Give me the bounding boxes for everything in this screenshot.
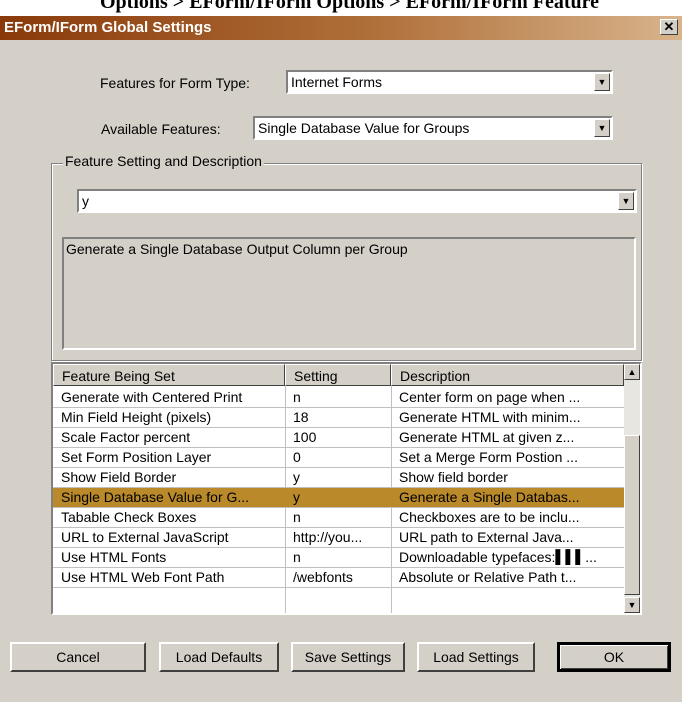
description-cell: Generate a Single Databas... (399, 489, 580, 505)
window-title: EForm/IForm Global Settings (4, 19, 212, 36)
save-settings-button[interactable]: Save Settings (291, 642, 405, 672)
table-row[interactable]: Show Field Border y Show field border (53, 468, 624, 488)
setting-cell: y (293, 469, 300, 485)
feature-description-box: Generate a Single Database Output Column… (62, 237, 636, 350)
table-row-selected[interactable]: Single Database Value for G... y Generat… (53, 488, 624, 508)
feature-cell: Scale Factor percent (61, 429, 191, 445)
load-settings-button[interactable]: Load Settings (417, 642, 535, 672)
background-document-heading: Options > EForm/IForm Options > EForm/IF… (0, 0, 682, 16)
vertical-scrollbar[interactable]: ▲ ▼ (624, 364, 640, 613)
table-row[interactable]: Min Field Height (pixels) 18 Generate HT… (53, 408, 624, 428)
chevron-down-icon[interactable]: ▼ (594, 119, 610, 137)
background-heading-text: Options > EForm/IForm Options > EForm/IF… (100, 0, 600, 13)
setting-cell: n (293, 509, 301, 525)
ok-button[interactable]: OK (557, 642, 671, 672)
form-type-label: Features for Form Type: (100, 75, 250, 91)
load-defaults-button[interactable]: Load Defaults (159, 642, 279, 672)
column-header-feature[interactable]: Feature Being Set (53, 364, 285, 386)
column-header-description[interactable]: Description (391, 364, 624, 386)
table-row[interactable]: Use HTML Web Font Path /webfonts Absolut… (53, 568, 624, 588)
description-cell: Set a Merge Form Postion ... (399, 449, 578, 465)
feature-cell: Single Database Value for G... (61, 489, 250, 505)
chevron-down-icon[interactable]: ▼ (618, 192, 634, 210)
description-cell: Generate HTML with minim... (399, 409, 581, 425)
description-cell: Absolute or Relative Path t... (399, 569, 577, 585)
setting-cell: http://you... (293, 529, 363, 545)
features-table[interactable]: Feature Being Set Setting Description Ge… (51, 362, 642, 615)
form-type-select[interactable]: Internet Forms ▼ (286, 70, 613, 94)
scrollbar-thumb[interactable] (624, 435, 640, 595)
description-cell: URL path to External Java... (399, 529, 574, 545)
table-row[interactable]: Use HTML Fonts n Downloadable typefaces:… (53, 548, 624, 568)
feature-cell: Set Form Position Layer (61, 449, 212, 465)
close-button[interactable]: ✕ (660, 19, 678, 35)
available-features-label: Available Features: (101, 121, 221, 137)
setting-cell: 18 (293, 409, 309, 425)
form-type-value: Internet Forms (291, 74, 383, 90)
table-row[interactable]: Scale Factor percent 100 Generate HTML a… (53, 428, 624, 448)
feature-description-text: Generate a Single Database Output Column… (66, 241, 408, 257)
setting-cell: n (293, 549, 301, 565)
setting-cell: n (293, 389, 301, 405)
feature-cell: Use HTML Fonts (61, 549, 167, 565)
feature-setting-group-label: Feature Setting and Description (63, 153, 264, 169)
description-cell: Checkboxes are to be inclu... (399, 509, 580, 525)
setting-cell: 0 (293, 449, 301, 465)
available-features-value: Single Database Value for Groups (258, 120, 470, 136)
settings-dialog: EForm/IForm Global Settings ✕ Features f… (0, 16, 682, 702)
table-row[interactable]: Set Form Position Layer 0 Set a Merge Fo… (53, 448, 624, 468)
description-cell: Generate HTML at given z... (399, 429, 575, 445)
cancel-button[interactable]: Cancel (10, 642, 146, 672)
description-cell: Show field border (399, 469, 508, 485)
scroll-down-icon[interactable]: ▼ (624, 597, 640, 613)
feature-cell: Use HTML Web Font Path (61, 569, 225, 585)
feature-cell: Min Field Height (pixels) (61, 409, 212, 425)
setting-cell: 100 (293, 429, 317, 445)
feature-cell: Show Field Border (61, 469, 177, 485)
available-features-select[interactable]: Single Database Value for Groups ▼ (253, 116, 613, 140)
column-header-setting[interactable]: Setting (285, 364, 391, 386)
table-row[interactable]: Generate with Centered Print n Center fo… (53, 388, 624, 408)
table-row[interactable]: Tabable Check Boxes n Checkboxes are to … (53, 508, 624, 528)
setting-cell: /webfonts (293, 569, 353, 585)
title-bar: EForm/IForm Global Settings ✕ (0, 16, 682, 40)
setting-cell: y (293, 489, 300, 505)
description-cell: Center form on page when ... (399, 389, 581, 405)
scroll-up-icon[interactable]: ▲ (624, 364, 640, 380)
description-cell: Downloadable typefaces:▌▌▌... (399, 549, 597, 565)
feature-cell: Generate with Centered Print (61, 389, 243, 405)
feature-cell: Tabable Check Boxes (61, 509, 197, 525)
feature-cell: URL to External JavaScript (61, 529, 229, 545)
chevron-down-icon[interactable]: ▼ (594, 73, 610, 91)
feature-setting-select[interactable]: y ▼ (77, 189, 637, 213)
feature-setting-value: y (82, 193, 89, 209)
table-row[interactable]: URL to External JavaScript http://you...… (53, 528, 624, 548)
